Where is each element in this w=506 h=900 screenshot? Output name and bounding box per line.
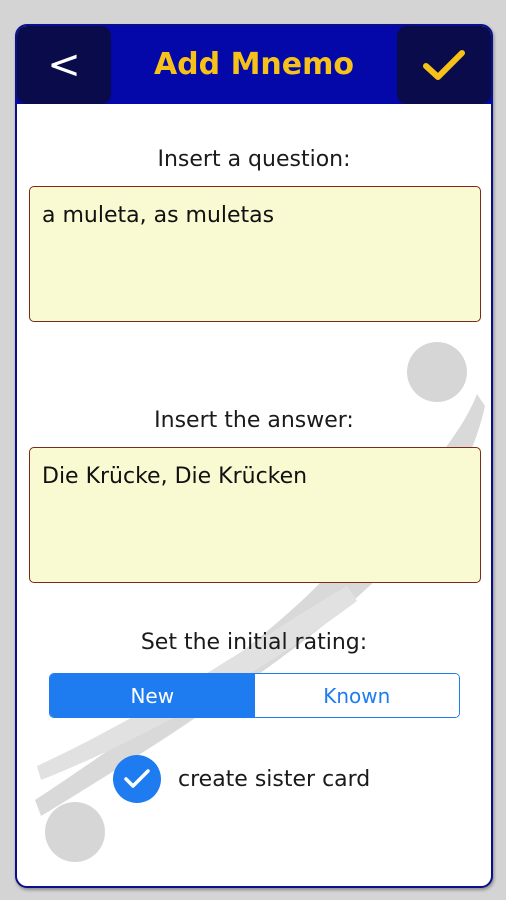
answer-label: Insert the answer: — [154, 408, 354, 433]
question-label: Insert a question: — [157, 147, 351, 172]
page-title: Add Mnemo — [153, 47, 355, 82]
back-button[interactable]: < — [17, 26, 111, 104]
sister-card-label: create sister card — [178, 766, 371, 792]
rating-segmented-control: New Known — [49, 673, 460, 718]
back-chevron-icon: < — [47, 42, 81, 88]
rating-option-known[interactable]: Known — [254, 674, 459, 717]
checkmark-icon — [423, 50, 465, 80]
checked-circle-icon — [113, 755, 161, 803]
header-bar: < Add Mnemo — [17, 26, 491, 104]
sister-card-checkbox[interactable]: create sister card — [113, 754, 370, 804]
rating-label: Set the initial rating: — [140, 630, 368, 655]
answer-input[interactable]: Die Krücke, Die Krücken — [29, 447, 481, 583]
rating-option-new[interactable]: New — [50, 674, 255, 717]
answer-value: Die Krücke, Die Krücken — [42, 464, 308, 489]
add-mnemo-screen: < Add Mnemo Insert a question: a muleta,… — [15, 24, 493, 888]
question-input[interactable]: a muleta, as muletas — [29, 186, 481, 322]
question-value: a muleta, as muletas — [42, 203, 275, 228]
confirm-button[interactable] — [397, 26, 491, 104]
